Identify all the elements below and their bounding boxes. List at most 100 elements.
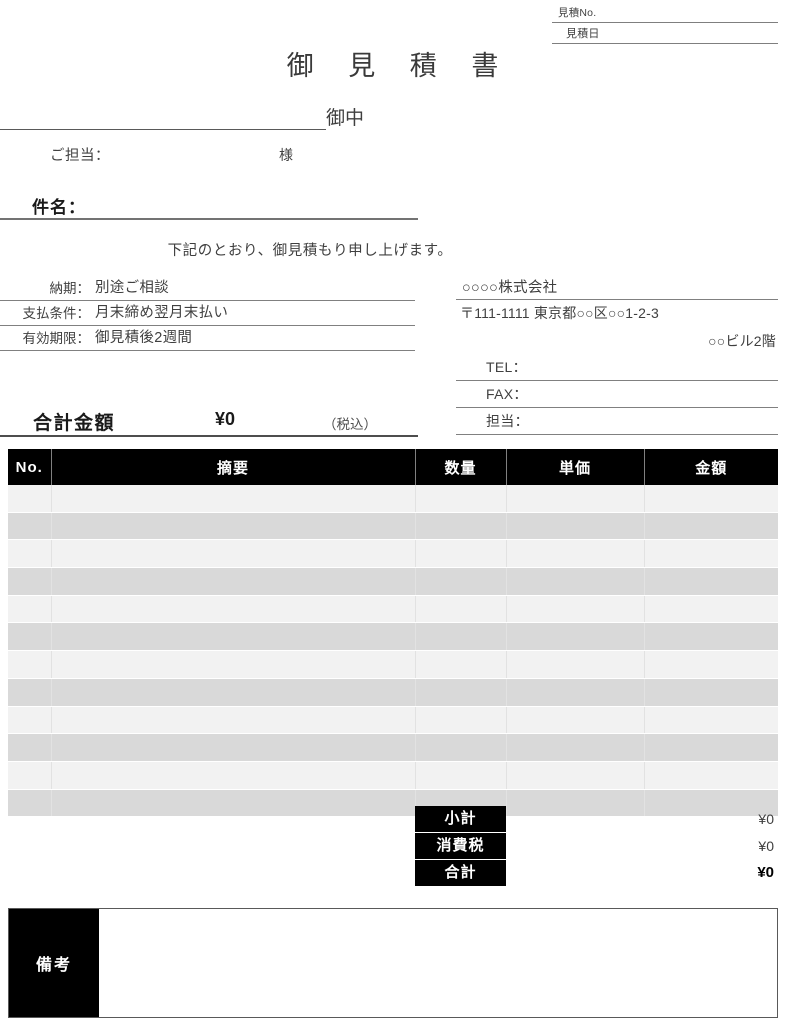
table-cell-desc[interactable] [51,567,416,596]
table-cell-desc[interactable] [51,512,416,541]
column-header-description: 摘要 [51,449,416,485]
issuer-tel-row[interactable]: TEL： [456,354,778,381]
table-cell-qty[interactable] [415,733,507,762]
table-cell-desc[interactable] [51,485,416,513]
table-cell-price[interactable] [506,567,645,596]
table-cell-price[interactable] [506,539,645,569]
table-cell-amount[interactable] [644,512,778,541]
table-cell-qty[interactable] [415,512,507,541]
table-cell-price[interactable] [506,485,645,513]
term-row-delivery[interactable]: 納期： 別途ご相談 [0,276,415,301]
table-cell-desc[interactable] [51,706,416,735]
table-cell-desc[interactable] [51,539,416,569]
term-row-payment[interactable]: 支払条件： 月末締め翌月末払い [0,301,415,326]
table-cell-amount[interactable] [644,761,778,790]
table-cell-amount[interactable] [644,733,778,762]
table-cell-no[interactable] [8,595,52,624]
table-cell-qty[interactable] [415,622,507,652]
table-cell-no[interactable] [8,512,52,541]
table-cell-no[interactable] [8,567,52,596]
table-cell-qty[interactable] [415,761,507,790]
issuer-company-block: ○○○○株式会社 〒111-1111 東京都○○区○○1-2-3 ○○ビル2階 … [456,276,778,435]
table-row[interactable] [8,678,778,707]
issuer-company-name-row[interactable]: ○○○○株式会社 [456,276,778,300]
term-row-validity[interactable]: 有効期限： 御見積後2週間 [0,326,415,351]
items-table-header-row: No. 摘要 数量 単価 金額 [8,449,778,485]
table-cell-desc[interactable] [51,622,416,652]
issuer-company-name: ○○○○株式会社 [462,280,558,296]
table-cell-qty[interactable] [415,485,507,513]
remarks-box: 備考 [8,908,778,1018]
table-cell-no[interactable] [8,539,52,569]
table-cell-no[interactable] [8,761,52,790]
term-value-delivery: 別途ご相談 [95,280,169,296]
table-cell-amount[interactable] [644,567,778,596]
table-row[interactable] [8,706,778,735]
subject-field[interactable] [0,218,418,220]
table-cell-desc[interactable] [51,650,416,679]
page-title: 御 見 積 書 [286,51,512,82]
table-cell-no[interactable] [8,678,52,707]
table-cell-qty[interactable] [415,539,507,569]
table-cell-desc[interactable] [51,733,416,762]
table-cell-amount[interactable] [644,539,778,569]
recipient-company-field[interactable] [0,103,326,130]
table-cell-price[interactable] [506,595,645,624]
table-cell-qty[interactable] [415,706,507,735]
table-cell-amount[interactable] [644,650,778,679]
table-cell-price[interactable] [506,650,645,679]
table-row[interactable] [8,485,778,513]
table-cell-desc[interactable] [51,678,416,707]
table-row[interactable] [8,567,778,596]
quote-date-row[interactable]: 見積日 [552,23,778,44]
issuer-contact-row[interactable]: 担当： [456,408,778,435]
table-cell-price[interactable] [506,622,645,652]
table-cell-price[interactable] [506,761,645,790]
remarks-label: 備考 [9,909,99,1017]
table-row[interactable] [8,761,778,790]
column-header-unit-price: 単価 [506,449,645,485]
table-row[interactable] [8,650,778,679]
table-cell-price[interactable] [506,678,645,707]
table-row[interactable] [8,539,778,569]
table-cell-amount[interactable] [644,595,778,624]
table-cell-no[interactable] [8,650,52,679]
quote-number-row[interactable]: 見積No. [552,2,778,23]
table-row[interactable] [8,733,778,762]
table-cell-qty[interactable] [415,678,507,707]
remarks-input-area[interactable] [99,909,777,1017]
table-cell-amount[interactable] [644,706,778,735]
column-header-quantity: 数量 [415,449,507,485]
quote-date-label: 見積日 [566,28,600,40]
table-cell-amount[interactable] [644,622,778,652]
table-cell-qty[interactable] [415,650,507,679]
issuer-fax-row[interactable]: FAX： [456,381,778,408]
table-cell-desc[interactable] [51,595,416,624]
table-cell-price[interactable] [506,706,645,735]
table-cell-no[interactable] [8,789,52,818]
table-cell-no[interactable] [8,733,52,762]
subtotal-label: 小計 [415,806,506,832]
table-cell-qty[interactable] [415,595,507,624]
table-cell-no[interactable] [8,622,52,652]
tax-label: 消費税 [415,833,506,859]
issuer-address-line1: 〒111-1111 東京都○○区○○1-2-3 [460,305,659,321]
items-table: No. 摘要 数量 単価 金額 [8,449,778,818]
table-cell-no[interactable] [8,485,52,513]
table-cell-qty[interactable] [415,567,507,596]
table-row[interactable] [8,622,778,652]
column-header-amount: 金額 [644,449,778,485]
quote-number-label: 見積No. [558,7,597,19]
table-cell-amount[interactable] [644,485,778,513]
grand-total-tax-note: （税込） [323,417,377,432]
table-cell-price[interactable] [506,733,645,762]
table-row[interactable] [8,512,778,541]
table-cell-desc[interactable] [51,761,416,790]
table-cell-amount[interactable] [644,678,778,707]
column-header-no: No. [8,449,52,485]
table-row[interactable] [8,595,778,624]
issuer-address-line2-row: ○○ビル2階 [456,326,778,354]
table-cell-desc[interactable] [51,789,416,818]
table-cell-price[interactable] [506,512,645,541]
table-cell-no[interactable] [8,706,52,735]
